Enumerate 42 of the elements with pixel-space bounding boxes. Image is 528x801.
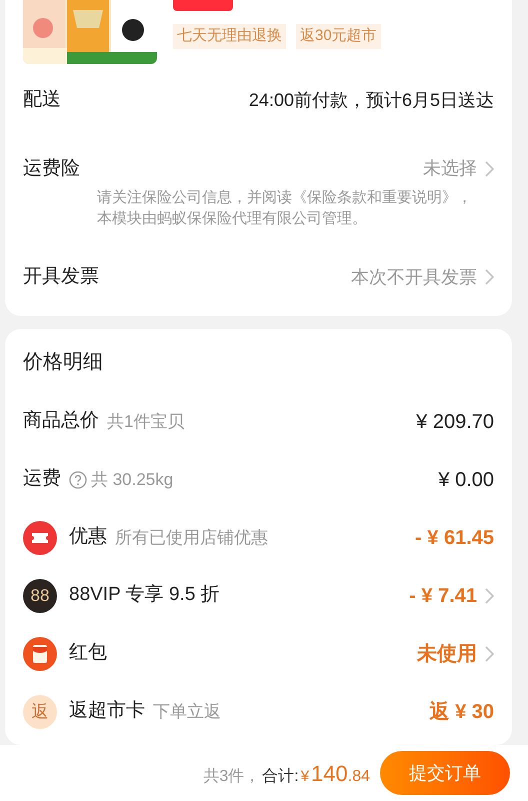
total-cents: .84 [348,766,370,786]
price-label: 商品总价 [23,409,99,434]
option-value: 24:00前付款，预计6月5日送达 [248,88,494,112]
ticket-icon [23,520,57,554]
total-amount: 140 [311,760,348,788]
price-value: ¥ 209.70 [416,410,494,434]
service-tag: 返30元超市 [296,24,381,48]
rebate-badge: 返 [23,694,57,728]
price-label: 运费 [23,467,61,492]
envelope-icon [23,636,57,670]
price-label: 优惠 [69,525,107,550]
price-note: 下单立返 [153,700,221,723]
chevron-icon [485,646,494,662]
option-value[interactable]: 本次不开具发票 [351,264,477,291]
option-label: 配送 [23,88,61,112]
price-value: ¥ 0.00 [438,468,494,492]
price-label: 88VIP 专享 9.5 折 [69,583,220,608]
price-note: 共1件宝贝 [107,410,184,433]
total-label: 合计: [262,766,299,786]
currency-sign: ¥ [300,766,310,786]
item-count: 共3件， [203,766,260,786]
option-value[interactable]: 未选择 [423,155,477,182]
price-value[interactable]: - ¥ 7.41 [409,580,477,610]
price-value: 返 ¥ 30 [430,700,494,724]
chevron-icon [485,588,494,604]
price-label: 返超市卡 [69,699,145,724]
chevron-icon [485,269,494,286]
chevron-icon [485,160,494,177]
help-icon[interactable] [69,470,87,488]
price-label: 红包 [69,641,107,666]
price-note: 共 30.25kg [91,468,174,491]
insurance-note: 请关注保险公司信息，并阅读《保险条款和重要说明》，本模块由蚂蚁保保险代理有限公司管理。 [96,188,473,229]
option-label: 运费险 [23,156,80,180]
option-label: 开具发票 [23,265,99,289]
submit-order-button[interactable]: 提交订单 [380,751,510,795]
price-note: 所有已使用店铺优惠 [115,526,268,549]
promo-badge [173,0,233,11]
price-value[interactable]: 未使用 [417,638,477,668]
service-tag: 七天无理由退换 [173,24,286,48]
vip-badge: 88 [23,578,57,612]
price-value: - ¥ 61.45 [415,526,494,550]
section-title: 价格明细 [23,350,104,374]
